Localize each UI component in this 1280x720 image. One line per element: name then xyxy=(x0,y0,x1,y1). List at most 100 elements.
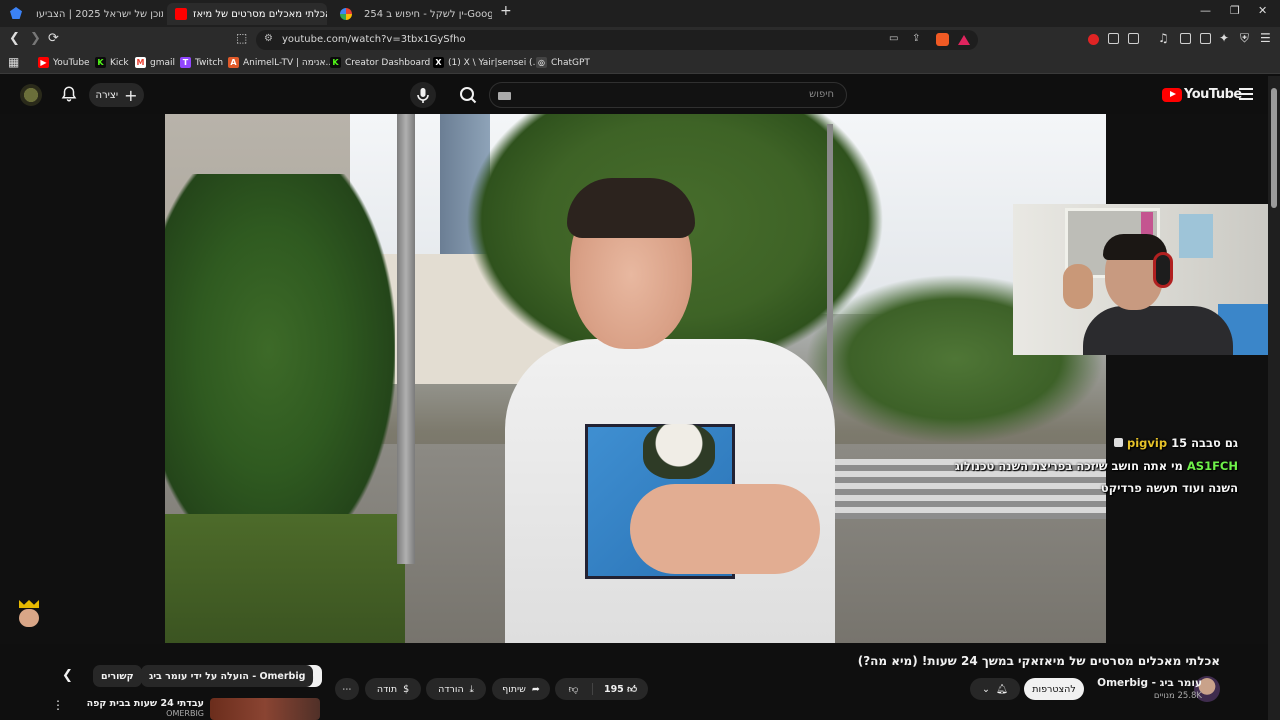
browser-menu-icon[interactable]: ☰ xyxy=(1260,31,1271,45)
wallet-icon[interactable] xyxy=(1200,33,1211,44)
thumbs-up-icon: 👍︎ xyxy=(627,684,638,695)
cast-icon[interactable]: ▭ xyxy=(889,33,898,44)
bookmark-kick[interactable]: K Kick xyxy=(95,57,129,68)
plus-icon: + xyxy=(124,85,138,105)
search-input[interactable]: חיפוש xyxy=(489,82,847,108)
forward-icon[interactable]: ❯ xyxy=(30,31,41,46)
site-info-icon[interactable]: ⚙ xyxy=(264,33,273,44)
bookmark-creator-dashboard[interactable]: K Creator Dashboard |... xyxy=(330,57,445,68)
recommended-video-channel: OMERBIG xyxy=(166,709,204,718)
notifications-bell-icon[interactable] xyxy=(60,85,78,103)
like-button[interactable]: 195 👍︎ xyxy=(593,683,648,695)
search-icon xyxy=(460,87,477,104)
kick-icon: K xyxy=(95,57,106,68)
notification-settings-button[interactable]: ⌄ 🔔︎ xyxy=(970,678,1020,700)
youtube-logo[interactable]: YouTube xyxy=(1162,87,1242,102)
subscribe-label: להצטרפות xyxy=(1032,683,1076,695)
youtube-logo-text: YouTube xyxy=(1184,87,1242,102)
video-details: אכלתי מאכלים מסרטים של מיאזאקי במשך 24 ש… xyxy=(0,644,1268,720)
streamer-webcam-overlay xyxy=(1013,204,1280,355)
hamburger-menu-icon[interactable] xyxy=(1239,88,1253,100)
tab-label: אכלתי מאכלים מסרטים של מיאז xyxy=(193,8,327,20)
leo-ai-icon[interactable]: ✦ xyxy=(1219,31,1229,45)
thanks-button[interactable]: תודה $ xyxy=(365,678,421,700)
recommended-video-text: עבדתי 24 שעות בבית קפה OMERBIG xyxy=(87,698,204,718)
browser-tab-bar: פרסי התוכן של ישראל 2025 | הצביעו אכלתי … xyxy=(0,0,1280,27)
tab-youtube-video[interactable]: אכלתי מאכלים מסרטים של מיאז ✕ xyxy=(167,3,327,25)
dislike-button[interactable]: 👎︎ xyxy=(555,683,593,695)
more-horizontal-icon: ⋯ xyxy=(342,683,352,695)
apps-grid-icon[interactable]: ▦ xyxy=(8,55,19,69)
bookmark-gmail[interactable]: M gmail xyxy=(135,57,175,68)
search-placeholder: חיפוש xyxy=(809,89,834,100)
youtube-icon: ▶ xyxy=(38,57,49,68)
youtube-header: יצירה + חיפוש YouTube xyxy=(0,76,1280,114)
thanks-label: תודה xyxy=(376,683,398,695)
channel-name: עומר ביג - Omerbig xyxy=(1097,677,1202,689)
browser-toolbar: ❮ ❯ ⟳ ⬚ ⚙ youtube.com/watch?v=3tbx1GySfh… xyxy=(0,27,1280,53)
brave-rewards-icon[interactable] xyxy=(958,35,970,45)
gmail-icon: M xyxy=(135,57,146,68)
bookmark-label: AnimelL-TV | אנימה... xyxy=(243,57,334,68)
stream-chat-overlay: גם סבבה 15 pigvip AS1FCH מי אתה חושב שיז… xyxy=(938,432,1238,500)
vpn-shield-icon[interactable]: ⛨ xyxy=(1240,31,1249,46)
back-icon[interactable]: ❮ xyxy=(9,31,20,46)
subscribe-button[interactable]: להצטרפות xyxy=(1024,678,1084,700)
share-page-icon[interactable]: ⇪ xyxy=(912,33,920,44)
close-window-button[interactable]: ✕ xyxy=(1258,4,1267,17)
bookmark-label: Kick xyxy=(110,57,129,68)
bookmarks-bar: ▦ ▶ YouTube K Kick M gmail T Twitch A An… xyxy=(0,53,1280,74)
media-icon[interactable]: ♫ xyxy=(1158,31,1169,45)
filter-chip-related[interactable]: קשורים xyxy=(93,665,142,687)
twitch-icon: T xyxy=(180,57,191,68)
video-player[interactable] xyxy=(165,114,1106,643)
reload-icon[interactable]: ⟳ xyxy=(48,31,59,46)
chips-scroll-left-icon[interactable]: ❮ xyxy=(62,668,73,683)
voice-search-button[interactable] xyxy=(410,82,436,108)
download-label: הורדה xyxy=(438,683,464,695)
channel-info[interactable]: עומר ביג - Omerbig 25.8K מנויים xyxy=(1097,677,1202,701)
bookmark-icon[interactable]: ⬚ xyxy=(236,31,247,45)
extensions-icon[interactable] xyxy=(1108,33,1119,44)
brave-shields-icon[interactable] xyxy=(936,33,949,46)
url-text: youtube.com/watch?v=3tbx1GySfho xyxy=(282,34,466,45)
recommendation-more-icon[interactable]: ⋮ xyxy=(52,698,64,712)
bookmark-twitch[interactable]: T Twitch xyxy=(180,57,223,68)
address-bar[interactable]: ⚙ youtube.com/watch?v=3tbx1GySfho ▭ ⇪ xyxy=(256,30,978,50)
create-button[interactable]: יצירה + xyxy=(89,83,144,107)
bookmark-x[interactable]: X (1) X \ Yair|sensei (... xyxy=(433,57,541,68)
restore-button[interactable]: ❐ xyxy=(1230,4,1240,17)
tab-google-search[interactable]: 254 ין לשקל - חיפוש ב-Google xyxy=(332,3,492,25)
share-icon: ➦ xyxy=(531,683,540,695)
chatgpt-icon: ◎ xyxy=(536,57,547,68)
tab-awards[interactable]: פרסי התוכן של ישראל 2025 | הצביעו xyxy=(28,3,163,25)
minimize-button[interactable]: — xyxy=(1200,4,1211,17)
keyboard-icon[interactable] xyxy=(498,92,511,100)
youtube-favicon-icon xyxy=(175,8,187,20)
new-tab-button[interactable]: + xyxy=(500,3,512,19)
bookmark-chatgpt[interactable]: ◎ ChatGPT xyxy=(536,57,590,68)
crown-emote-icon xyxy=(19,600,41,628)
google-favicon-icon xyxy=(340,8,352,20)
record-icon[interactable] xyxy=(1088,34,1099,45)
page-scrollbar[interactable] xyxy=(1268,76,1280,720)
like-dislike-group: 👎︎ 195 👍︎ xyxy=(555,678,648,700)
bookmark-label: Twitch xyxy=(195,57,224,68)
brave-menu-icon[interactable] xyxy=(10,7,22,19)
chat-username: pigvip xyxy=(1126,436,1168,450)
download-button[interactable]: הורדה ⤓ xyxy=(426,678,486,700)
sidebar-icon[interactable] xyxy=(1180,33,1191,44)
chat-message-text: גם סבבה 15 xyxy=(1171,436,1238,450)
share-button[interactable]: שיתוף ➦ xyxy=(492,678,550,700)
avatar[interactable] xyxy=(20,84,42,106)
more-actions-button[interactable]: ⋯ xyxy=(335,678,359,700)
search-button[interactable] xyxy=(451,82,485,108)
scrollbar-thumb[interactable] xyxy=(1271,88,1277,208)
bookmark-youtube[interactable]: ▶ YouTube xyxy=(38,57,90,68)
screenshot-icon[interactable] xyxy=(1128,33,1139,44)
filter-chip-uploader[interactable]: הועלה על ידי עומר ביג - Omerbig xyxy=(141,665,314,687)
recommended-video[interactable]: עבדתי 24 שעות בבית קפה OMERBIG xyxy=(70,698,320,720)
bookmark-anime-tv[interactable]: A AnimelL-TV | אנימה... xyxy=(228,57,334,68)
chevron-down-icon: ⌄ xyxy=(981,683,990,695)
chat-message: AS1FCH מי אתה חושב שיזכה בפריצת השנה טכנ… xyxy=(938,455,1238,500)
